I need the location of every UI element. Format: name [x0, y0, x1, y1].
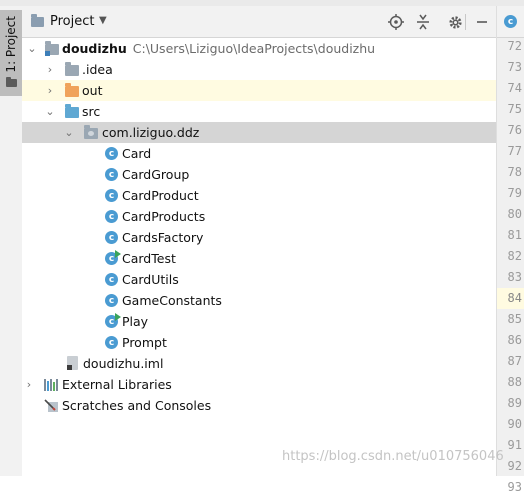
project-panel-header: Project ▼ — [22, 6, 496, 38]
iml-file-label: doudizhu.iml — [83, 356, 164, 371]
project-tool-window-tab[interactable]: 1: Project — [0, 10, 22, 96]
out-folder-label: out — [82, 83, 103, 98]
class-label: CardProducts — [122, 209, 206, 224]
tree-row-class[interactable]: c CardProducts — [22, 206, 496, 227]
line-number: 84 — [497, 288, 524, 309]
project-tree[interactable]: ⌄ doudizhu C:\Users\Liziguo\IdeaProjects\… — [22, 38, 496, 476]
class-icon: c — [105, 294, 118, 307]
scratches-icon — [44, 399, 60, 416]
expand-arrow-icon[interactable]: ⌄ — [45, 105, 55, 118]
line-number: 87 — [507, 354, 522, 368]
src-folder-label: src — [82, 104, 101, 119]
class-icon: c — [105, 273, 118, 286]
line-number: 85 — [507, 312, 522, 326]
class-label: CardProduct — [122, 188, 199, 203]
chevron-right-icon[interactable]: › — [24, 378, 34, 391]
chevron-right-icon[interactable]: › — [45, 63, 55, 76]
minimize-icon[interactable] — [472, 12, 492, 32]
tree-row-idea[interactable]: › .idea — [22, 59, 496, 80]
tree-row-class[interactable]: c Play — [22, 311, 496, 332]
editor-gutter: c 72 73 74 75 76 77 78 79 80 81 82 83 84 85 86 87 88 89 90… — [496, 6, 524, 494]
libraries-icon — [44, 379, 58, 391]
source-folder-icon — [65, 104, 79, 118]
line-number: 83 — [507, 270, 522, 284]
tree-row-class[interactable]: c CardGroup — [22, 164, 496, 185]
tree-row-class[interactable]: c GameConstants — [22, 290, 496, 311]
line-number: 77 — [507, 144, 522, 158]
tree-row-scratches[interactable]: Scratches and Consoles — [22, 395, 496, 416]
project-tool-window-label: 1: Project — [4, 16, 18, 73]
folder-icon — [5, 76, 17, 87]
idea-folder-label: .idea — [82, 62, 113, 77]
gear-icon[interactable] — [445, 12, 465, 32]
root-project-path: C:\Users\Liziguo\IdeaProjects\doudizhu — [132, 41, 376, 56]
tree-row-class[interactable]: c CardProduct — [22, 185, 496, 206]
line-number: 90 — [507, 417, 522, 431]
external-libraries-label: External Libraries — [62, 377, 172, 392]
class-icon: c — [105, 168, 118, 181]
line-number: 93 — [507, 480, 522, 494]
tree-row-package[interactable]: ⌄ com.liziguo.ddz — [22, 122, 496, 143]
chevron-right-icon[interactable]: › — [45, 84, 55, 97]
line-number: 72 — [507, 39, 522, 53]
package-icon — [84, 125, 98, 139]
runnable-class-icon: c — [105, 250, 121, 265]
folder-icon — [65, 62, 79, 76]
module-file-icon — [67, 356, 78, 370]
watermark: https://blog.csdn.net/u010756046 — [282, 449, 504, 464]
line-number: 82 — [507, 249, 522, 263]
package-label: com.liziguo.ddz — [102, 125, 200, 140]
tree-row-class[interactable]: c CardUtils — [22, 269, 496, 290]
line-number: 89 — [507, 396, 522, 410]
line-number: 75 — [507, 102, 522, 116]
expand-arrow-icon[interactable]: ⌄ — [64, 126, 74, 139]
class-icon: c — [105, 147, 118, 160]
tree-row-class[interactable]: c CardsFactory — [22, 227, 496, 248]
line-number: 73 — [507, 60, 522, 74]
collapse-all-icon[interactable] — [413, 12, 433, 32]
line-number: 78 — [507, 165, 522, 179]
line-number: 76 — [507, 123, 522, 137]
tree-row-iml[interactable]: doudizhu.iml — [22, 353, 496, 374]
class-label: CardGroup — [122, 167, 190, 182]
class-icon: c — [105, 189, 118, 202]
class-label: CardsFactory — [122, 230, 204, 245]
class-icon: c — [105, 231, 118, 244]
class-label: GameConstants — [122, 293, 222, 308]
line-number: 81 — [507, 228, 522, 242]
editor-tab[interactable]: c — [497, 6, 524, 38]
left-tool-strip: 1: Project — [0, 6, 23, 476]
class-label: Card — [122, 146, 152, 161]
line-number: 86 — [507, 333, 522, 347]
line-number: 88 — [507, 375, 522, 389]
line-number: 79 — [507, 186, 522, 200]
root-project-name: doudizhu — [62, 41, 127, 56]
chevron-down-icon[interactable]: ▼ — [99, 15, 107, 26]
toolbar-divider — [465, 14, 466, 30]
tree-row-external-libraries[interactable]: › External Libraries — [22, 374, 496, 395]
scratches-label: Scratches and Consoles — [62, 398, 212, 413]
view-selector-label[interactable]: Project — [50, 14, 94, 29]
class-icon: c — [105, 210, 118, 223]
locate-target-icon[interactable] — [386, 12, 406, 32]
tree-row-class[interactable]: c Prompt — [22, 332, 496, 353]
project-folder-icon — [31, 14, 44, 27]
class-label: Prompt — [122, 335, 167, 350]
module-folder-icon — [45, 41, 59, 56]
class-label: Play — [122, 314, 149, 329]
runnable-class-icon: c — [105, 313, 121, 328]
class-icon: c — [504, 15, 517, 28]
line-number: 74 — [507, 81, 522, 95]
class-label: CardUtils — [122, 272, 179, 287]
excluded-folder-icon — [65, 83, 79, 97]
tree-row-out[interactable]: › out — [22, 80, 496, 101]
class-label: CardTest — [122, 251, 176, 266]
tree-row-class[interactable]: c CardTest — [22, 248, 496, 269]
expand-arrow-icon[interactable]: ⌄ — [27, 42, 37, 55]
tree-row-src[interactable]: ⌄ src — [22, 101, 496, 122]
tree-row-root[interactable]: ⌄ doudizhu C:\Users\Liziguo\IdeaProjects\… — [22, 38, 496, 59]
line-number: 80 — [507, 207, 522, 221]
tree-row-class[interactable]: c Card — [22, 143, 496, 164]
class-icon: c — [105, 336, 118, 349]
